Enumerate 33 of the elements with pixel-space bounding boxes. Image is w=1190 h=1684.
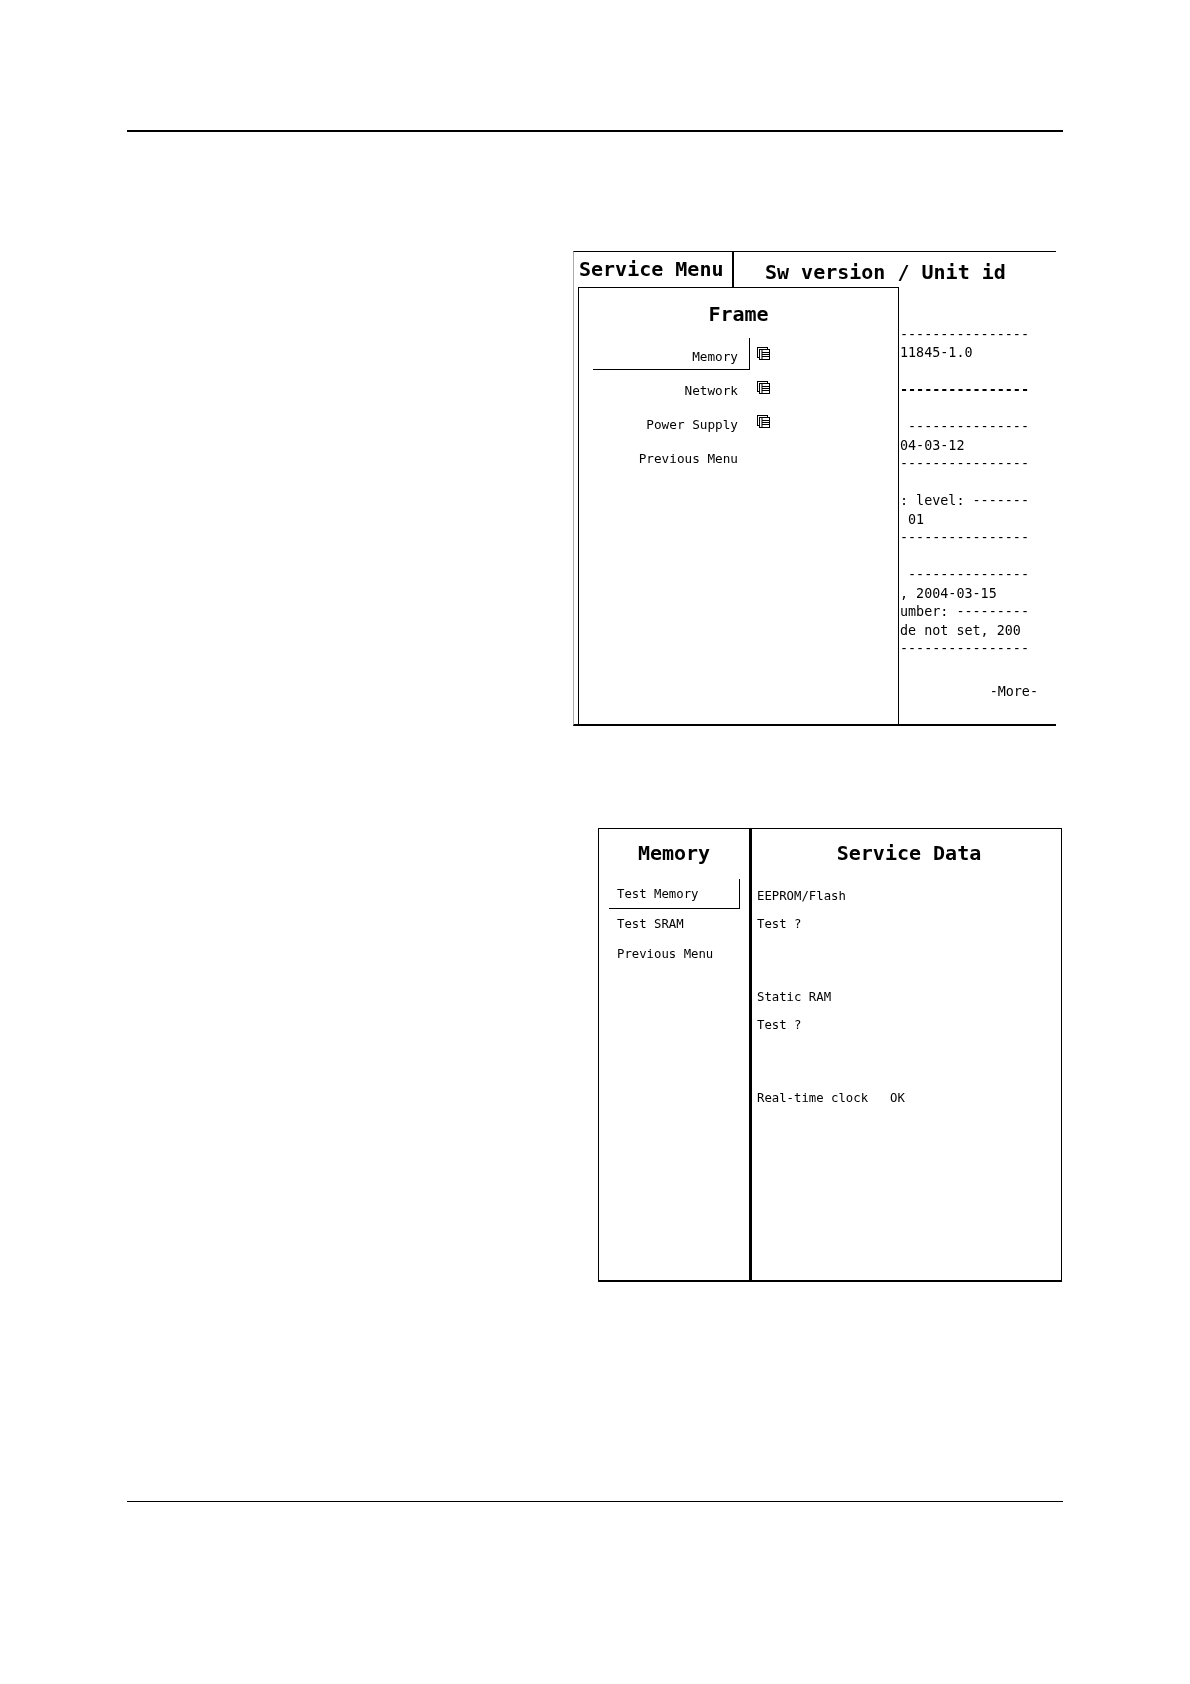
info-line: , 2004-03-15 <box>900 584 998 603</box>
info-line: --------------- <box>907 418 1030 436</box>
menu-item[interactable]: Previous Menu <box>593 439 750 472</box>
menu-title: Memory <box>636 839 712 867</box>
info-line: umber: --------- <box>900 603 1030 621</box>
info-line: ---------------- <box>900 529 1030 547</box>
info-line: ---------------- <box>900 640 1030 658</box>
menu-item[interactable]: Power Supply <box>593 405 750 438</box>
info-line: 01 <box>907 510 926 529</box>
menu-item[interactable]: Test Memory <box>609 878 740 909</box>
info-line: 04-03-12 <box>900 436 966 455</box>
more-label: -More- <box>989 683 1038 701</box>
info-line: de not set, 200 <box>900 621 1022 640</box>
info-line: : level: ------- <box>900 492 1030 510</box>
menu-item[interactable]: Network <box>593 371 750 404</box>
test-prompt: Test ? <box>757 1017 803 1034</box>
info-line: --------------- <box>907 566 1030 584</box>
data-label: EEPROM/Flash <box>757 887 846 905</box>
info-line: ---------------- <box>900 381 1030 399</box>
status-value: OK <box>890 1089 905 1107</box>
data-label: Static RAM <box>757 988 832 1006</box>
info-line: 11845-1.0 <box>900 344 974 362</box>
window-title: Sw version / Unit id <box>764 258 1006 286</box>
info-line: ---------------- <box>900 325 1030 344</box>
popup-title: Frame <box>707 300 770 328</box>
panel-title: Service Data <box>835 839 983 867</box>
info-line: ---------------- <box>900 455 1030 473</box>
menu-item[interactable]: Previous Menu <box>609 938 740 969</box>
data-label: Real-time clock <box>757 1089 869 1107</box>
menu-item[interactable]: Memory <box>593 337 750 370</box>
menu-title: Service Menu <box>574 251 734 287</box>
test-prompt: Test ? <box>757 916 803 933</box>
menu-item[interactable]: Test SRAM <box>609 908 740 939</box>
